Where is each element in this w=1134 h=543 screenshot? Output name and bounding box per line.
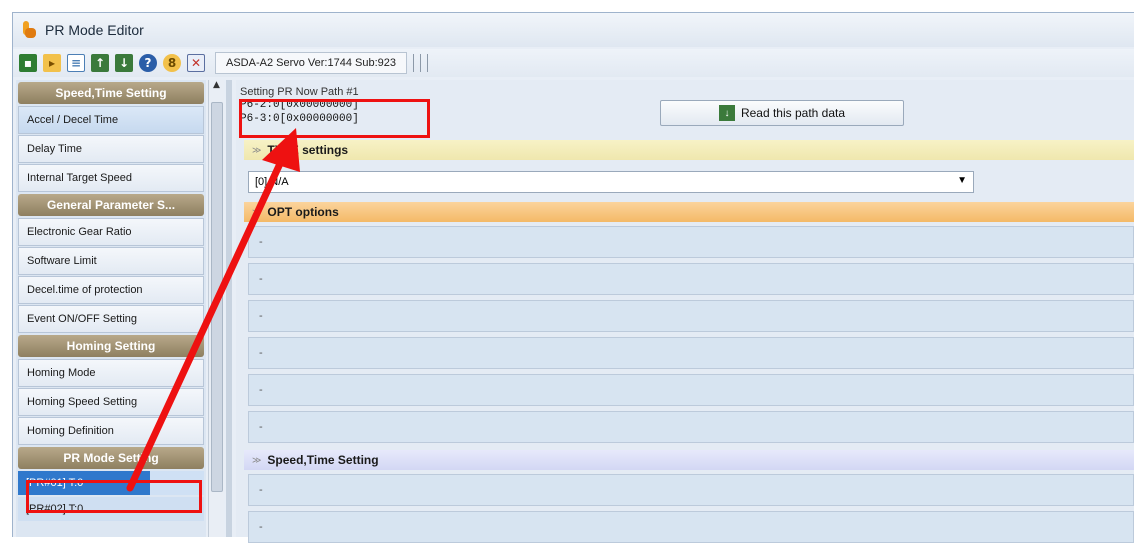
scroll-thumb[interactable] [211,102,223,492]
scroll-up-icon[interactable]: ▲ [209,80,224,96]
sidebar-scrollbar[interactable]: ▲ [208,80,224,537]
type-select[interactable]: [0] N/A ▼ [248,171,974,193]
collapse-chevron-icon: ≫ [252,144,262,155]
sidebar-item-decel-protection[interactable]: Decel.time of protection [18,276,204,304]
type-settings-header[interactable]: ≫ TYPE settings [244,140,1134,160]
sidebar-header-pr-mode[interactable]: PR Mode Setting [18,447,204,469]
opt-row[interactable]: - [248,374,1134,406]
help-icon[interactable]: ? [139,54,157,72]
sidebar-header-general[interactable]: General Parameter S... [18,194,204,216]
opt-row[interactable]: - [248,263,1134,295]
main-panel: Setting PR Now Path #1 P6-2:0[0x00000000… [236,80,1134,543]
type-select-value: [0] N/A [255,176,289,188]
save-icon[interactable]: ▪ [19,54,37,72]
open-icon[interactable]: ▸ [43,54,61,72]
sidebar: Speed,Time Setting Accel / Decel Time De… [16,80,206,537]
pane-splitter[interactable] [226,80,232,537]
dropdown-arrow-icon[interactable]: ▼ [957,175,967,186]
sidebar-item-gear-ratio[interactable]: Electronic Gear Ratio [18,218,204,246]
sidebar-item-delay-time[interactable]: Delay Time [18,135,204,163]
read-data-icon: ↓ [718,105,735,121]
toolbar: ▪ ▸ ≡ ↑ ↓ ? 8 ✕ ASDA-A2 Servo Ver:1744 S… [13,49,1134,77]
sidebar-header-homing[interactable]: Homing Setting [18,335,204,357]
toolbar-separator [427,54,428,72]
sidebar-item-accel-decel[interactable]: Accel / Decel Time [18,106,204,134]
exit-icon[interactable]: ✕ [187,54,205,72]
speed-time-header[interactable]: ≫ Speed,Time Setting [244,450,1134,470]
speed-row[interactable]: - [248,511,1134,543]
opt-options-label: OPT options [267,205,339,219]
servo-status: ASDA-A2 Servo Ver:1744 Sub:923 [215,52,407,74]
type-settings-label: TYPE settings [267,143,349,157]
toolbar-separator [413,54,414,72]
sidebar-item-target-speed[interactable]: Internal Target Speed [18,164,204,192]
title-bar: PR Mode Editor [13,13,1134,47]
path-title: Setting PR Now Path #1 [240,86,359,98]
sidebar-item-homing-speed[interactable]: Homing Speed Setting [18,388,204,416]
opt-row[interactable]: - [248,337,1134,369]
speed-time-label: Speed,Time Setting [267,453,379,467]
sidebar-item-software-limit[interactable]: Software Limit [18,247,204,275]
opt-row[interactable]: - [248,300,1134,332]
collapse-chevron-icon: ≫ [252,454,262,465]
opt-options-header[interactable]: ≫ OPT options [244,202,1134,222]
lock-icon[interactable]: 8 [163,54,181,72]
highlight-box-path [239,99,430,138]
opt-row[interactable]: - [248,411,1134,443]
new-file-icon[interactable]: ≡ [67,54,85,72]
download-icon[interactable]: ↓ [115,54,133,72]
app-logo-icon [21,21,37,39]
read-path-button[interactable]: ↓ Read this path data [660,100,904,126]
highlight-box-pr [26,480,202,513]
window-title: PR Mode Editor [45,22,144,38]
sidebar-item-homing-mode[interactable]: Homing Mode [18,359,204,387]
read-path-label: Read this path data [740,106,846,120]
toolbar-separator [420,54,421,72]
upload-icon[interactable]: ↑ [91,54,109,72]
sidebar-header-speed-time[interactable]: Speed,Time Setting [18,82,204,104]
sidebar-item-event-onoff[interactable]: Event ON/OFF Setting [18,305,204,333]
sidebar-item-homing-definition[interactable]: Homing Definition [18,417,204,445]
collapse-chevron-icon: ≫ [252,206,262,217]
opt-row[interactable]: - [248,226,1134,258]
speed-row[interactable]: - [248,474,1134,506]
